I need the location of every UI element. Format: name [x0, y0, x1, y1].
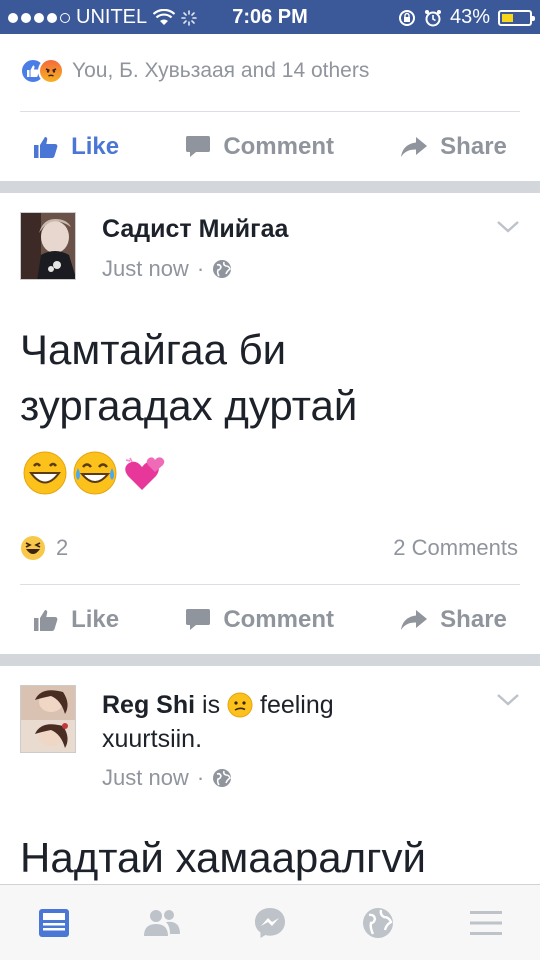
- globe-icon: [363, 907, 393, 938]
- chevron-down-icon[interactable]: [496, 693, 520, 707]
- status-right: 43%: [398, 6, 535, 29]
- share-arrow-icon: [401, 137, 428, 157]
- post-author[interactable]: Садист Мийгаа: [102, 215, 288, 244]
- friends-icon: [144, 909, 180, 936]
- tab-news-feed[interactable]: [24, 893, 84, 953]
- post-author[interactable]: Reg Shi: [102, 691, 195, 719]
- tab-friends[interactable]: [132, 893, 192, 953]
- messenger-icon: [255, 907, 285, 938]
- post-actions: Like Comment Share: [0, 600, 540, 640]
- post-separator: [0, 654, 540, 666]
- share-button[interactable]: Share: [400, 606, 507, 634]
- post-text: Чамтайгаа би зургаадах дуртай: [20, 326, 358, 429]
- angry-reaction-icon: [38, 58, 64, 84]
- reaction-summary-text: You, Б. Хувьзаая and 14 others: [72, 59, 370, 82]
- comment-icon: [186, 136, 211, 157]
- share-arrow-icon: [401, 610, 428, 630]
- battery-percent: 43%: [449, 6, 490, 28]
- divider: [20, 584, 520, 585]
- thumbs-up-icon: [34, 610, 58, 631]
- news-feed-icon: [39, 908, 69, 937]
- rotation-lock-icon: [398, 9, 415, 26]
- tab-bar: [0, 884, 540, 960]
- reaction-icons: [20, 58, 64, 84]
- post-text: Надтай хамааралгvй: [20, 834, 426, 881]
- tab-menu[interactable]: [456, 893, 516, 953]
- post-meta: Just now ·: [102, 256, 232, 282]
- like-button[interactable]: Like: [33, 606, 119, 634]
- post-separator: [0, 181, 540, 193]
- tears-of-joy-icon: [73, 451, 117, 495]
- meta-dot: ·: [196, 256, 205, 281]
- top-post-actions: Like Comment Share: [0, 127, 540, 167]
- reaction-summary[interactable]: You, Б. Хувьзаая and 14 others: [20, 58, 369, 84]
- comment-count[interactable]: 2 Comments: [393, 535, 518, 561]
- grinning-face-icon: [23, 451, 67, 495]
- post-meta: Just now ·: [102, 765, 232, 791]
- comment-button[interactable]: Comment: [185, 606, 334, 634]
- tab-notifications[interactable]: [348, 893, 408, 953]
- laughing-reaction-icon: [21, 536, 45, 560]
- thumbs-up-icon: [34, 137, 58, 158]
- comment-icon: [186, 609, 211, 630]
- comment-button[interactable]: Comment: [185, 133, 334, 161]
- post-timestamp[interactable]: Just now: [102, 765, 189, 791]
- globe-privacy-icon: [213, 260, 232, 278]
- chevron-down-icon[interactable]: [496, 220, 520, 234]
- like-button[interactable]: Like: [33, 133, 119, 161]
- divider: [20, 111, 520, 112]
- two-hearts-icon: [125, 457, 165, 490]
- share-button[interactable]: Share: [400, 133, 507, 161]
- battery-icon: [498, 9, 535, 26]
- alarm-icon: [424, 9, 441, 26]
- tab-messenger[interactable]: [240, 893, 300, 953]
- post-timestamp[interactable]: Just now: [102, 256, 189, 282]
- status-bar: UNITEL 7:06 PM 43%: [0, 0, 540, 34]
- author-avatar[interactable]: [20, 212, 76, 280]
- confused-face-icon: [227, 692, 253, 718]
- author-avatar[interactable]: [20, 685, 76, 753]
- globe-privacy-icon: [213, 769, 232, 787]
- post-reaction-count[interactable]: 2: [20, 535, 68, 561]
- post-emojis: [22, 450, 168, 496]
- post-author-line: Reg Shi is feeling xuurtsiin.: [102, 691, 334, 753]
- meta-dot: ·: [196, 765, 205, 790]
- menu-icon: [470, 910, 502, 935]
